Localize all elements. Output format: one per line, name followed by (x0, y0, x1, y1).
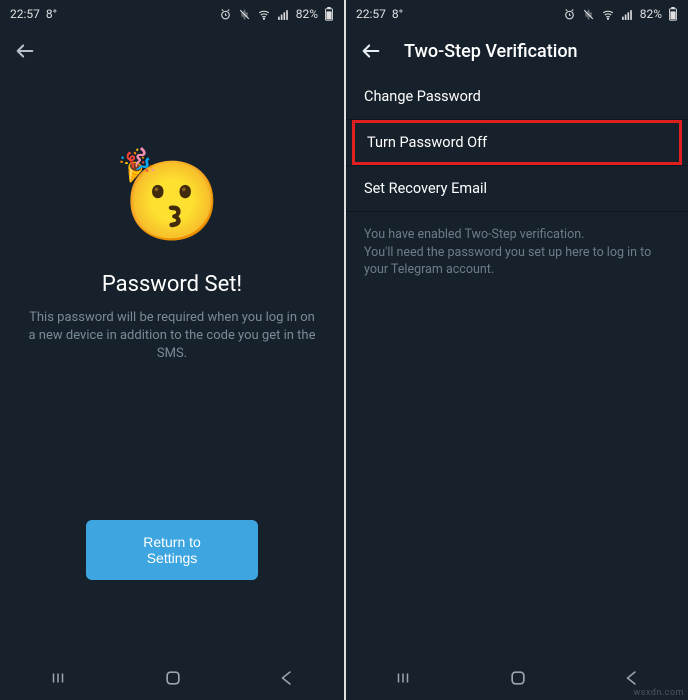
nav-recents-button[interactable] (48, 669, 68, 687)
wifi-icon (601, 8, 615, 21)
status-temp: 8° (392, 7, 403, 21)
return-to-settings-button[interactable]: Return to Settings (86, 520, 258, 580)
battery-icon (668, 7, 678, 21)
password-set-description: This password will be required when you … (24, 309, 320, 364)
set-recovery-email-item[interactable]: Set Recovery Email (346, 166, 688, 211)
status-battery: 82% (640, 7, 662, 21)
toolbar: Two-Step Verification (346, 28, 688, 74)
status-time: 22:57 (356, 7, 386, 21)
mute-icon (582, 8, 595, 21)
page-title: Two-Step Verification (404, 41, 578, 62)
watermark: wsxdn.com (634, 688, 684, 698)
password-set-title: Password Set! (102, 272, 242, 297)
party-hat-icon: 🎉 (117, 146, 157, 183)
info-text: You have enabled Two-Step verification. … (346, 212, 688, 279)
back-button[interactable] (360, 40, 382, 62)
nav-recents-button[interactable] (393, 669, 413, 687)
battery-icon (324, 7, 334, 21)
right-screen: 22:57 8° 82% Two-Step Verifica (344, 0, 688, 700)
nav-back-button[interactable] (278, 669, 296, 687)
change-password-item[interactable]: Change Password (346, 74, 688, 119)
status-time: 22:57 (10, 7, 40, 21)
nav-home-button[interactable] (163, 668, 183, 688)
status-bar: 22:57 8° 82% (0, 0, 344, 28)
party-emoji-icon: 🎉 😗 (123, 164, 220, 242)
status-battery: 82% (296, 7, 318, 21)
mute-icon (238, 8, 251, 21)
nav-back-button[interactable] (623, 669, 641, 687)
left-screen: 22:57 8° 82% 🎉 (0, 0, 344, 700)
signal-icon (621, 8, 634, 21)
nav-bar (0, 656, 344, 700)
toolbar (0, 28, 344, 74)
alarm-icon (219, 8, 232, 21)
status-bar: 22:57 8° 82% (346, 0, 688, 28)
nav-home-button[interactable] (508, 668, 528, 688)
wifi-icon (257, 8, 271, 21)
alarm-icon (563, 8, 576, 21)
turn-password-off-item[interactable]: Turn Password Off (352, 120, 682, 165)
signal-icon (277, 8, 290, 21)
back-button[interactable] (14, 40, 36, 62)
password-set-content: 🎉 😗 Password Set! This password will be … (0, 74, 344, 364)
status-temp: 8° (46, 7, 57, 21)
